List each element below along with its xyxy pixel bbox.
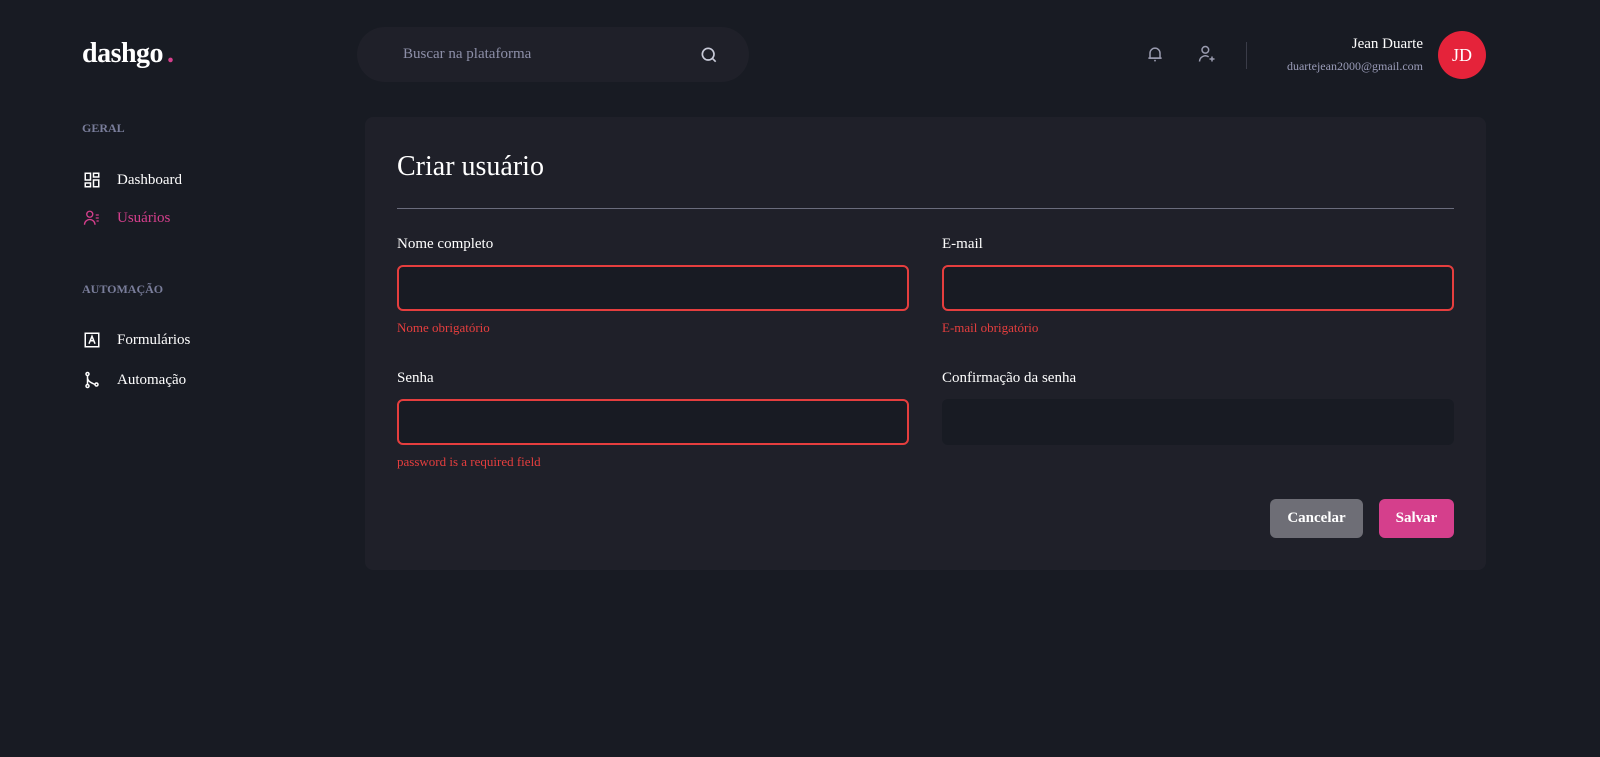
sidebar-item-automacao[interactable]: Automação — [83, 371, 186, 389]
form-icon — [84, 332, 100, 348]
password-field: Senha password is a required field — [397, 370, 909, 504]
name-field: Nome completo Nome obrigatório — [397, 236, 909, 370]
user-info: Jean Duarte duartejean2000@gmail.com — [1287, 36, 1423, 74]
password-error: password is a required field — [397, 454, 541, 469]
page-title: Criar usuário — [397, 151, 544, 182]
search-bar[interactable] — [357, 27, 749, 82]
search-input[interactable] — [403, 46, 683, 63]
sidebar-item-formularios[interactable]: Formulários — [83, 331, 190, 349]
section-title-geral: GERAL — [82, 121, 125, 135]
cancel-button[interactable]: Cancelar — [1270, 499, 1363, 538]
header-divider — [1246, 42, 1247, 69]
search-icon[interactable] — [699, 45, 719, 65]
save-button[interactable]: Salvar — [1379, 499, 1454, 538]
email-input[interactable] — [942, 265, 1454, 311]
dashboard-icon — [84, 172, 100, 188]
password-confirmation-field: Confirmação da senha — [942, 370, 1454, 504]
divider — [397, 208, 1454, 209]
logo[interactable]: dashgo. — [82, 38, 174, 70]
user-name: Jean Duarte — [1351, 36, 1423, 52]
sidebar-item-dashboard[interactable]: Dashboard — [83, 171, 182, 189]
add-user-icon[interactable] — [1197, 44, 1217, 64]
bell-icon[interactable] — [1145, 44, 1165, 64]
password-input[interactable] — [397, 399, 909, 445]
create-user-form: Criar usuário Nome completo Nome obrigat… — [365, 117, 1486, 570]
email-error: E-mail obrigatório — [942, 320, 1039, 335]
sidebar-item-usuarios[interactable]: Usuários — [83, 209, 170, 227]
password-confirmation-input[interactable] — [942, 399, 1454, 445]
git-branch-icon — [85, 371, 99, 389]
name-input[interactable] — [397, 265, 909, 311]
user-email: duartejean2000@gmail.com — [1286, 59, 1423, 73]
users-icon — [83, 210, 99, 225]
section-title-automacao: AUTOMAÇÃO — [82, 282, 164, 296]
name-error: Nome obrigatório — [397, 320, 490, 335]
avatar[interactable]: JD — [1438, 31, 1486, 79]
email-field: E-mail E-mail obrigatório — [942, 236, 1454, 370]
